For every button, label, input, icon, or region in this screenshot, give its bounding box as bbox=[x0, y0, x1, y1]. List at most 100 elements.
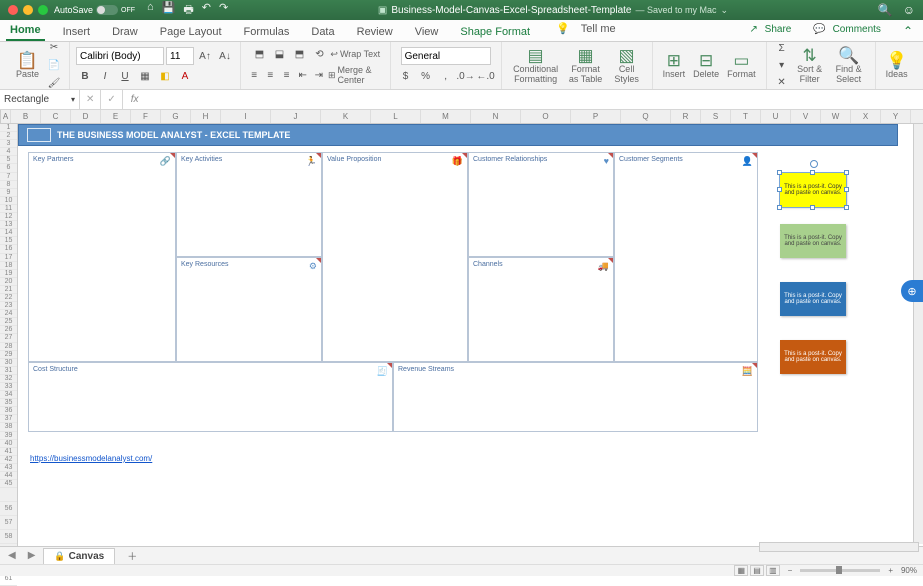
tab-nav-next-icon[interactable]: ▶ bbox=[24, 550, 40, 561]
worksheet-grid[interactable]: 1234567891011121314151617181920212223242… bbox=[0, 124, 923, 562]
tab-shape-format[interactable]: Shape Format bbox=[456, 23, 534, 41]
name-box-chevron-icon[interactable]: ▾ bbox=[71, 95, 75, 104]
name-box[interactable]: Rectangle ▾ bbox=[0, 90, 80, 109]
box-cost-structure[interactable]: Cost Structure🧾 bbox=[28, 362, 393, 432]
increase-decimal-icon[interactable]: .0→ bbox=[457, 68, 475, 84]
align-left-icon[interactable]: ≡ bbox=[247, 67, 261, 83]
paste-button[interactable]: 📋 Paste bbox=[12, 52, 43, 79]
view-buttons[interactable]: ▦ ▤ ▥ bbox=[734, 566, 779, 575]
fill-color-button[interactable]: ◧ bbox=[156, 68, 174, 84]
align-middle-icon[interactable]: ⬓ bbox=[270, 46, 288, 62]
tab-insert[interactable]: Insert bbox=[59, 23, 95, 41]
save-icon[interactable]: 💾 bbox=[162, 1, 176, 20]
window-controls[interactable] bbox=[8, 5, 48, 15]
box-key-resources[interactable]: Key Resources⚙ bbox=[176, 257, 322, 362]
col-I[interactable]: I bbox=[221, 110, 271, 123]
col-E[interactable]: E bbox=[101, 110, 131, 123]
home-icon[interactable]: ⌂ bbox=[147, 1, 154, 20]
redo-icon[interactable]: ↷ bbox=[219, 1, 228, 20]
tab-page-layout[interactable]: Page Layout bbox=[156, 23, 226, 41]
align-center-icon[interactable]: ≡ bbox=[263, 67, 277, 83]
decrease-font-icon[interactable]: A↓ bbox=[216, 48, 234, 64]
col-B[interactable]: B bbox=[11, 110, 41, 123]
row-headers[interactable]: 1234567891011121314151617181920212223242… bbox=[0, 124, 18, 562]
col-N[interactable]: N bbox=[471, 110, 521, 123]
cell-styles-button[interactable]: ▧Cell Styles bbox=[608, 47, 646, 84]
cancel-formula-icon[interactable]: ✕ bbox=[80, 90, 101, 109]
font-size-select[interactable] bbox=[166, 47, 194, 65]
find-select-button[interactable]: 🔍Find & Select bbox=[829, 47, 869, 84]
col-A[interactable]: A bbox=[1, 110, 11, 123]
italic-button[interactable]: I bbox=[96, 68, 114, 84]
cut-icon[interactable]: ✂ bbox=[45, 40, 63, 56]
normal-view-icon[interactable]: ▦ bbox=[734, 565, 748, 576]
border-button[interactable]: ▦ bbox=[136, 68, 154, 84]
tab-review[interactable]: Review bbox=[353, 23, 397, 41]
zoom-out-button[interactable]: − bbox=[788, 566, 793, 575]
box-revenue-streams[interactable]: Revenue Streams🧮 bbox=[393, 362, 758, 432]
column-headers[interactable]: A B C D E F G H I J K L M N O P Q R S T … bbox=[0, 110, 923, 124]
col-C[interactable]: C bbox=[41, 110, 71, 123]
comments-button[interactable]: 💬 Comments bbox=[809, 21, 889, 41]
page-layout-view-icon[interactable]: ▤ bbox=[750, 565, 764, 576]
horizontal-scrollbar[interactable] bbox=[759, 542, 919, 552]
autosave-toggle[interactable]: AutoSave OFF bbox=[54, 5, 135, 15]
sheet-tab-canvas[interactable]: 🔒 Canvas bbox=[43, 548, 115, 564]
col-V[interactable]: V bbox=[791, 110, 821, 123]
align-bottom-icon[interactable]: ⬒ bbox=[290, 46, 308, 62]
box-customer-segments[interactable]: Customer Segments👤 bbox=[614, 152, 758, 362]
col-Q[interactable]: Q bbox=[621, 110, 671, 123]
tab-formulas[interactable]: Formulas bbox=[240, 23, 294, 41]
tab-nav-prev-icon[interactable]: ◀ bbox=[4, 550, 20, 561]
col-M[interactable]: M bbox=[421, 110, 471, 123]
increase-font-icon[interactable]: A↑ bbox=[196, 48, 214, 64]
align-right-icon[interactable]: ≡ bbox=[279, 67, 293, 83]
copy-icon[interactable]: 📄 bbox=[45, 58, 63, 74]
tab-view[interactable]: View bbox=[411, 23, 443, 41]
insert-cells-button[interactable]: ⊞Insert bbox=[659, 52, 690, 79]
autosum-icon[interactable]: Σ bbox=[773, 41, 791, 57]
tab-data[interactable]: Data bbox=[307, 23, 338, 41]
comma-icon[interactable]: , bbox=[437, 68, 455, 84]
box-channels[interactable]: Channels🚚 bbox=[468, 257, 614, 362]
enter-formula-icon[interactable]: ✓ bbox=[101, 90, 122, 109]
format-as-table-button[interactable]: ▦Format as Table bbox=[564, 47, 608, 84]
tab-home[interactable]: Home bbox=[6, 21, 45, 41]
zoom-window-icon[interactable] bbox=[38, 5, 48, 15]
currency-icon[interactable]: $ bbox=[397, 68, 415, 84]
collapse-ribbon-icon[interactable]: ⌃ bbox=[899, 21, 917, 41]
ideas-button[interactable]: 💡Ideas bbox=[882, 52, 912, 79]
delete-cells-button[interactable]: ⊟Delete bbox=[689, 52, 723, 79]
col-U[interactable]: U bbox=[761, 110, 791, 123]
postit-orange[interactable]: This is a post-it. Copy and paste on can… bbox=[780, 340, 846, 374]
sort-filter-button[interactable]: ⇅Sort & Filter bbox=[791, 47, 829, 84]
conditional-formatting-button[interactable]: ▤Conditional Formatting bbox=[508, 47, 564, 84]
col-J[interactable]: J bbox=[271, 110, 321, 123]
postit-yellow[interactable]: This is a post-it. Copy and paste on can… bbox=[780, 173, 846, 207]
box-key-partners[interactable]: Key Partners🔗 bbox=[28, 152, 176, 362]
minimize-window-icon[interactable] bbox=[23, 5, 33, 15]
clear-icon[interactable]: ✕ bbox=[773, 75, 791, 91]
format-cells-button[interactable]: ▭Format bbox=[723, 52, 760, 79]
zoom-in-button[interactable]: + bbox=[888, 566, 893, 575]
col-W[interactable]: W bbox=[821, 110, 851, 123]
box-key-activities[interactable]: Key Activities🏃 bbox=[176, 152, 322, 257]
col-Z[interactable]: Z bbox=[911, 110, 923, 123]
bold-button[interactable]: B bbox=[76, 68, 94, 84]
autosave-switch-icon[interactable] bbox=[96, 5, 118, 15]
percent-icon[interactable]: % bbox=[417, 68, 435, 84]
col-K[interactable]: K bbox=[321, 110, 371, 123]
sheet-area[interactable]: THE BUSINESS MODEL ANALYST - EXCEL TEMPL… bbox=[18, 124, 923, 562]
bmc-link[interactable]: https://businessmodelanalyst.com/ bbox=[30, 454, 152, 463]
rotate-handle-icon[interactable] bbox=[810, 160, 818, 168]
col-R[interactable]: R bbox=[671, 110, 701, 123]
col-P[interactable]: P bbox=[571, 110, 621, 123]
col-Y[interactable]: Y bbox=[881, 110, 911, 123]
box-customer-relationships[interactable]: Customer Relationships♥ bbox=[468, 152, 614, 257]
page-break-view-icon[interactable]: ▥ bbox=[766, 565, 780, 576]
add-sheet-button[interactable]: ＋ bbox=[119, 546, 145, 565]
share-button[interactable]: ↗ Share bbox=[745, 21, 799, 41]
col-H[interactable]: H bbox=[191, 110, 221, 123]
dropbox-badge-icon[interactable]: ⊕ bbox=[901, 280, 923, 302]
decrease-decimal-icon[interactable]: ←.0 bbox=[477, 68, 495, 84]
